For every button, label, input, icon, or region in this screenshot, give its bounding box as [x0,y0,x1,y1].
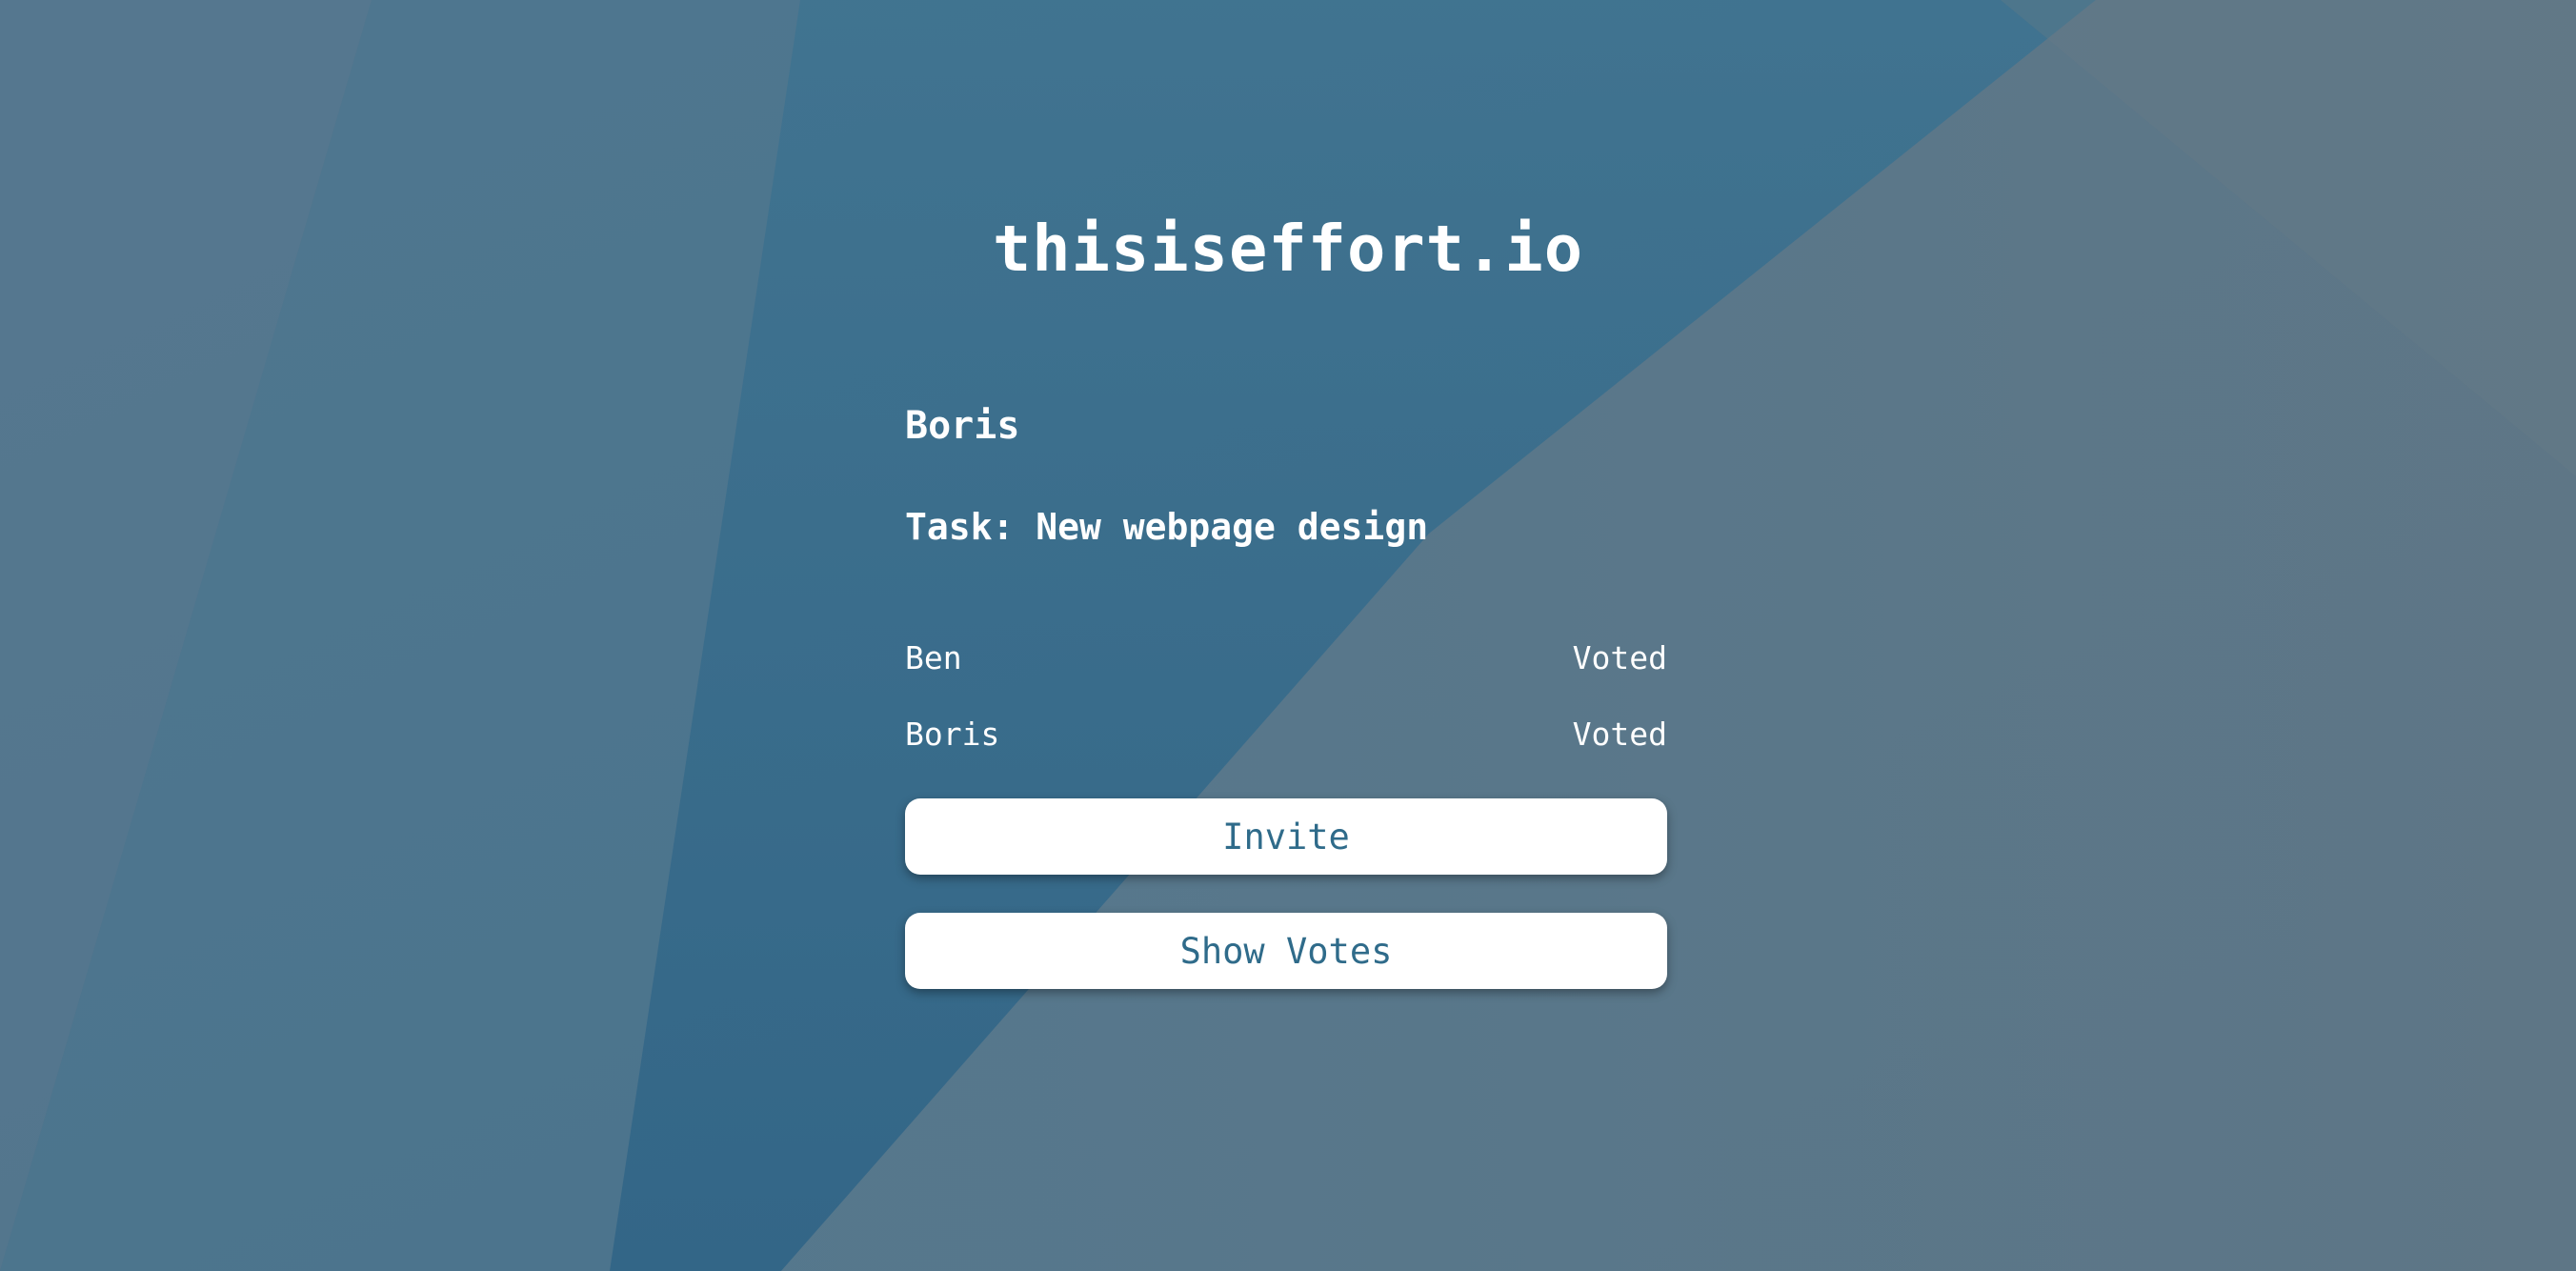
current-user-name: Boris [905,404,1020,448]
show-votes-button[interactable]: Show Votes [905,913,1667,989]
participant-status: Voted [1572,638,1667,676]
participant-row: Ben Voted [905,619,1667,696]
participant-status: Voted [1572,715,1667,753]
participant-name: Boris [905,715,1000,753]
task-title: Task: New webpage design [905,506,1429,548]
participant-row: Boris Voted [905,696,1667,772]
app-root: thisiseffort.io Boris Task: New webpage … [0,0,2576,1271]
participant-name: Ben [905,638,962,676]
invite-button[interactable]: Invite [905,798,1667,875]
app-logo[interactable]: thisiseffort.io [0,206,2576,292]
participant-list: Ben Voted Boris Voted [905,619,1667,772]
